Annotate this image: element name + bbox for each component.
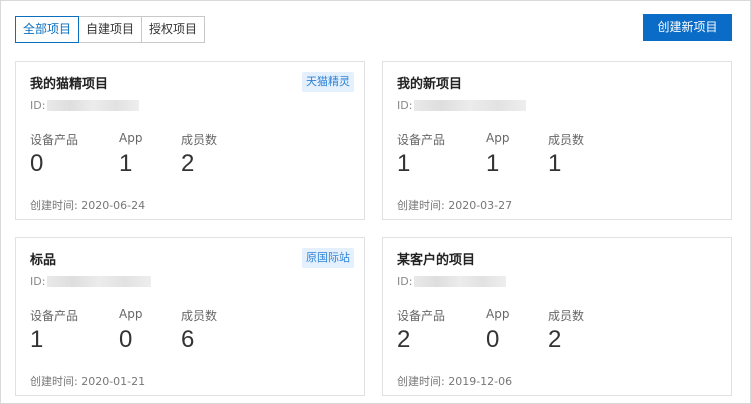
project-id: ID: (397, 99, 527, 112)
stat-value-products: 1 (397, 150, 411, 177)
project-id-label: ID: (30, 275, 46, 288)
stat-label-app: App (119, 131, 143, 145)
project-filter-tabs: 全部项目 自建项目 授权项目 (15, 16, 206, 43)
stat-label-members: 成员数 (548, 309, 585, 323)
project-card[interactable]: 标品 原国际站 ID: 设备产品 App 成员数 1 0 6 创建时间: 202… (15, 237, 365, 396)
stat-value-products: 0 (30, 150, 44, 177)
stat-label-products: 设备产品 (397, 133, 446, 147)
project-id: ID: (30, 99, 140, 112)
stat-value-members: 2 (548, 326, 562, 353)
stat-label-members: 成员数 (181, 309, 218, 323)
project-id-label: ID: (397, 99, 413, 112)
project-tag: 原国际站 (302, 248, 354, 268)
project-title: 我的新项目 (397, 77, 463, 92)
stat-label-app: App (486, 131, 510, 145)
stat-value-products: 1 (30, 326, 44, 353)
stat-label-app: App (119, 307, 143, 321)
tab-all-projects[interactable]: 全部项目 (15, 16, 80, 43)
stat-label-members: 成员数 (181, 133, 218, 147)
stat-label-products: 设备产品 (30, 133, 79, 147)
project-tag: 天猫精灵 (302, 72, 354, 92)
redacted-id (47, 100, 140, 111)
stat-value-members: 2 (181, 150, 195, 177)
project-created-date: 创建时间: 2020-03-27 (397, 199, 513, 212)
project-id-label: ID: (397, 275, 413, 288)
project-card[interactable]: 我的新项目 ID: 设备产品 App 成员数 1 1 1 创建时间: 2020-… (382, 61, 732, 220)
project-created-date: 创建时间: 2020-01-21 (30, 375, 146, 388)
stat-value-app: 1 (486, 150, 500, 177)
project-created-date: 创建时间: 2020-06-24 (30, 199, 146, 212)
project-id: ID: (397, 275, 507, 288)
redacted-id (47, 276, 152, 287)
project-list-panel: 全部项目 自建项目 授权项目 创建新项目 我的猫精项目 天猫精灵 ID: 设备产… (0, 0, 751, 404)
redacted-id (414, 276, 507, 287)
stat-label-app: App (486, 307, 510, 321)
create-project-button[interactable]: 创建新项目 (643, 14, 732, 41)
project-title: 某客户的项目 (397, 253, 476, 268)
tab-self-built-projects[interactable]: 自建项目 (78, 16, 143, 43)
tab-authorized-projects[interactable]: 授权项目 (141, 16, 206, 43)
stat-label-products: 设备产品 (397, 309, 446, 323)
stat-label-members: 成员数 (548, 133, 585, 147)
project-card[interactable]: 我的猫精项目 天猫精灵 ID: 设备产品 App 成员数 0 1 2 创建时间:… (15, 61, 365, 220)
project-card[interactable]: 某客户的项目 ID: 设备产品 App 成员数 2 0 2 创建时间: 2019… (382, 237, 732, 396)
redacted-id (414, 100, 527, 111)
stat-value-app: 0 (119, 326, 133, 353)
stat-value-members: 1 (548, 150, 562, 177)
project-created-date: 创建时间: 2019-12-06 (397, 375, 513, 388)
project-id-label: ID: (30, 99, 46, 112)
stat-value-app: 0 (486, 326, 500, 353)
stat-value-products: 2 (397, 326, 411, 353)
stat-value-members: 6 (181, 326, 195, 353)
project-title: 标品 (30, 253, 57, 268)
stat-value-app: 1 (119, 150, 133, 177)
stat-label-products: 设备产品 (30, 309, 79, 323)
project-title: 我的猫精项目 (30, 77, 109, 92)
project-id: ID: (30, 275, 152, 288)
